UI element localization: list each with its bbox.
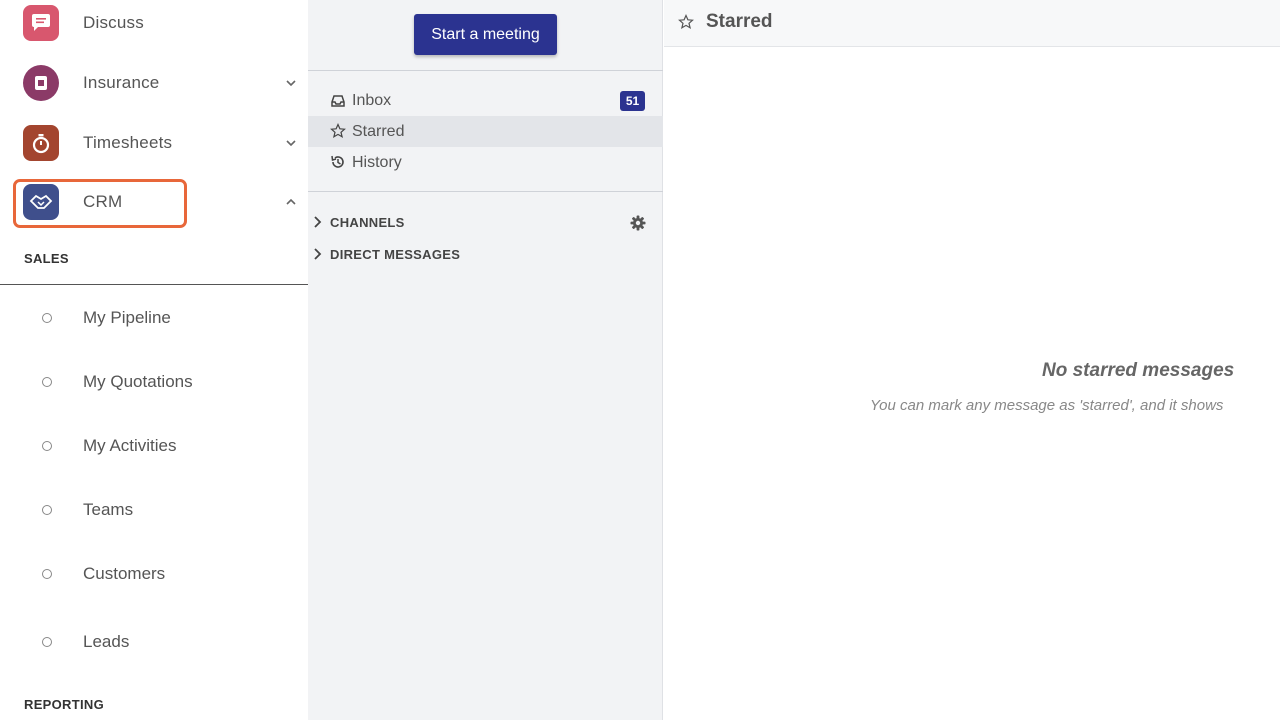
menu-item-label: Teams <box>83 500 134 519</box>
menu-item-teams[interactable]: Teams <box>0 490 308 530</box>
bullet-icon <box>42 377 52 387</box>
inbox-count-badge: 51 <box>620 91 645 111</box>
category-label: CHANNELS <box>330 214 405 230</box>
discuss-icon <box>23 5 59 41</box>
menu-item-leads[interactable]: Leads <box>0 622 308 662</box>
inbox-icon <box>331 95 345 107</box>
sales-divider <box>0 284 308 285</box>
bullet-icon <box>42 505 52 515</box>
thread-title: Starred <box>706 11 773 32</box>
stopwatch-icon <box>23 125 59 161</box>
menu-item-label: My Activities <box>83 436 177 455</box>
chevron-down-icon[interactable] <box>284 76 298 90</box>
history-icon <box>331 155 344 168</box>
mailbox-inbox[interactable]: Inbox <box>308 85 663 116</box>
chevron-down-icon[interactable] <box>284 136 298 150</box>
menu-item-label: My Quotations <box>83 372 193 391</box>
app-item-insurance[interactable]: Insurance <box>0 58 308 108</box>
bullet-icon <box>42 637 52 647</box>
sales-section-heading: SALES <box>24 251 69 266</box>
divider <box>308 191 663 192</box>
app-item-timesheets[interactable]: Timesheets <box>0 118 308 168</box>
divider <box>308 70 663 71</box>
menu-item-customers[interactable]: Customers <box>0 554 308 594</box>
menu-item-my-activities[interactable]: My Activities <box>0 426 308 466</box>
app-label-insurance: Insurance <box>83 73 160 92</box>
star-icon <box>678 14 694 30</box>
app-item-discuss[interactable]: Discuss <box>0 0 308 48</box>
mailbox-history[interactable]: History <box>308 147 663 178</box>
reporting-section-heading: REPORTING <box>24 697 104 712</box>
empty-state-text: You can mark any message as 'starred', a… <box>870 397 1224 414</box>
mailbox-starred[interactable]: Starred <box>308 116 663 147</box>
bullet-icon <box>42 441 52 451</box>
category-label: DIRECT MESSAGES <box>330 246 461 262</box>
chevron-right-icon <box>314 248 322 260</box>
chevron-up-icon[interactable] <box>284 195 298 209</box>
menu-item-label: Leads <box>83 632 130 651</box>
star-icon <box>330 123 346 139</box>
main-panel: Starred No starred messages You can mark… <box>664 0 1280 720</box>
gear-icon[interactable] <box>629 214 647 232</box>
menu-item-label: Customers <box>83 564 166 583</box>
menu-item-my-quotations[interactable]: My Quotations <box>0 362 308 402</box>
bullet-icon <box>42 313 52 323</box>
chevron-right-icon <box>314 216 322 228</box>
bullet-icon <box>42 569 52 579</box>
mailbox-label: History <box>352 153 402 171</box>
app-label-timesheets: Timesheets <box>83 133 173 152</box>
app-sidebar: Discuss Insurance Timesheets CRM SALES M… <box>0 0 308 720</box>
thread-header: Starred <box>664 0 1280 47</box>
app-label-discuss: Discuss <box>83 13 144 32</box>
empty-state-title: No starred messages <box>1042 360 1235 381</box>
crm-highlight-box <box>13 179 187 228</box>
start-meeting-button[interactable]: Start a meeting <box>414 14 557 55</box>
menu-item-my-pipeline[interactable]: My Pipeline <box>0 298 308 338</box>
menu-item-label: My Pipeline <box>83 308 171 327</box>
category-direct-messages[interactable]: DIRECT MESSAGES <box>308 243 663 265</box>
mailbox-label: Inbox <box>352 91 392 109</box>
mailbox-label: Starred <box>352 122 405 140</box>
insurance-icon <box>23 65 59 101</box>
category-channels[interactable]: CHANNELS <box>308 211 663 233</box>
discuss-sidebar: Start a meeting Inbox 51 Starred History… <box>308 0 663 720</box>
